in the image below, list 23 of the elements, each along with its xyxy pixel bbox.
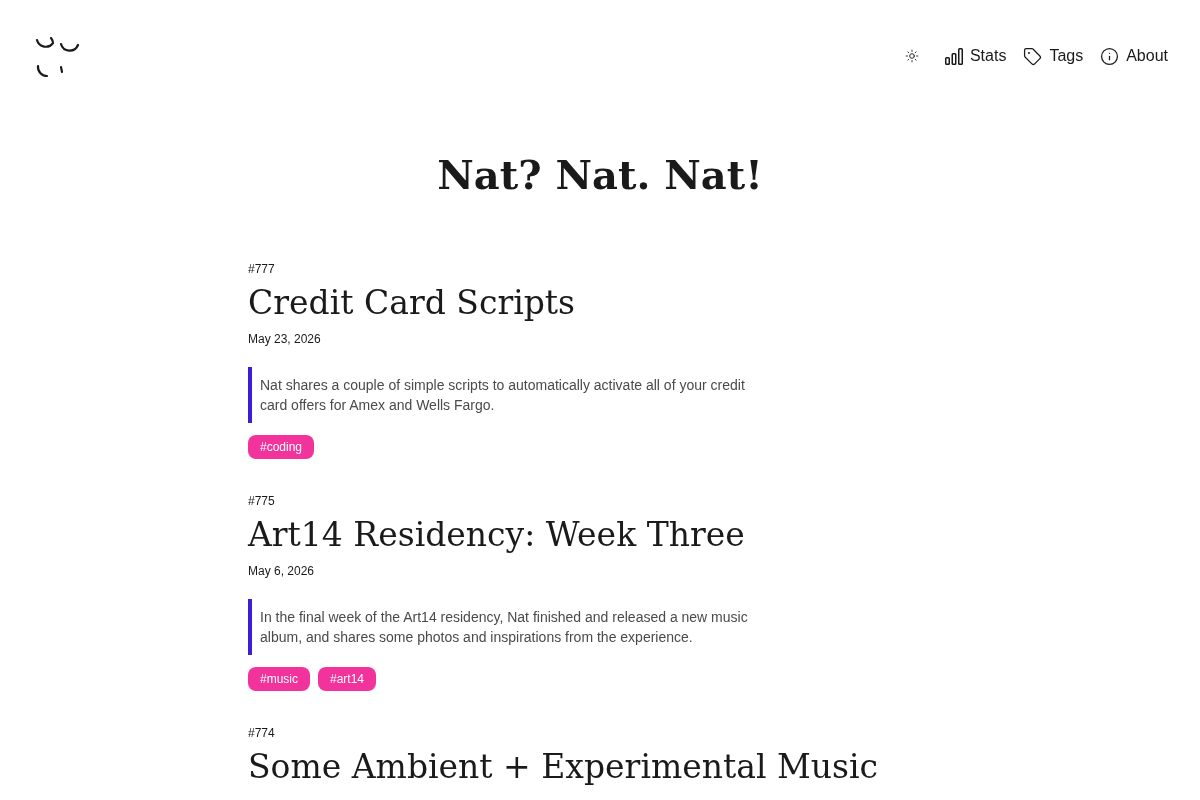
post-number: #777: [248, 261, 275, 277]
tag-chip[interactable]: #coding: [248, 435, 315, 459]
nav-link[interactable]: Tags: [1023, 46, 1084, 66]
tag-chip[interactable]: #art14: [318, 667, 377, 691]
post-excerpt: Nat shares a couple of simple scripts to automatically activate all of your credit card offers for Amex and Wells Fargo.: [248, 367, 768, 423]
nav-link[interactable]: Stats: [944, 46, 1007, 66]
post-date: May 6, 2026: [248, 563, 315, 579]
post-title-link[interactable]: Some Ambient + Experimental Music: [248, 744, 878, 790]
post-number: #775: [248, 493, 275, 509]
tag-icon: [1023, 46, 1043, 66]
site-title: Nat? Nat. Nat!: [436, 150, 764, 200]
post-date: May 23, 2026: [248, 331, 321, 347]
tag-chip[interactable]: #music: [248, 667, 310, 691]
post-title-link[interactable]: Credit Card Scripts: [248, 280, 576, 326]
post-excerpt: In the final week of the Art14 residency, Nat finished and released a new music album, and shares some photos and inspirations from the experience.: [248, 599, 768, 655]
info-icon: [1100, 46, 1120, 66]
post-title-link[interactable]: Art14 Residency: Week Three: [248, 512, 745, 558]
sun-icon: [904, 49, 919, 63]
nav-link[interactable]: About: [1100, 46, 1168, 66]
logo-icon[interactable]: [34, 37, 80, 79]
theme-toggle-button[interactable]: [904, 49, 919, 63]
post-number: #774: [248, 725, 275, 741]
bar-chart-icon: [944, 47, 963, 65]
